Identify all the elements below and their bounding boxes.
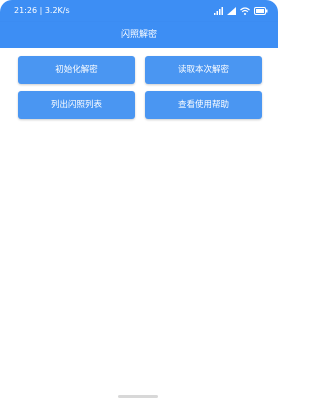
status-icons xyxy=(214,7,268,15)
app-title: 闪照解密 xyxy=(120,30,157,40)
view-help-button[interactable]: 查看使用帮助 xyxy=(145,91,262,119)
app-bar: 闪照解密 xyxy=(0,22,278,48)
status-time: 21:26 | 3.2K/s xyxy=(14,6,70,15)
list-flash-photos-button[interactable]: 列出闪照列表 xyxy=(18,91,135,119)
init-decrypt-button[interactable]: 初始化解密 xyxy=(18,56,135,84)
status-bar: 21:26 | 3.2K/s xyxy=(0,0,278,22)
read-decrypt-button[interactable]: 读取本次解密 xyxy=(145,56,262,84)
sim-signal-icon xyxy=(214,7,223,15)
cell-signal-icon xyxy=(227,7,236,15)
battery-icon xyxy=(254,7,268,15)
wifi-icon xyxy=(240,7,250,15)
gesture-bar[interactable] xyxy=(118,395,158,398)
app-screen: 21:26 | 3.2K/s 闪照解密 初始化解密 读取本次解密 列出闪照列表 … xyxy=(0,0,278,400)
